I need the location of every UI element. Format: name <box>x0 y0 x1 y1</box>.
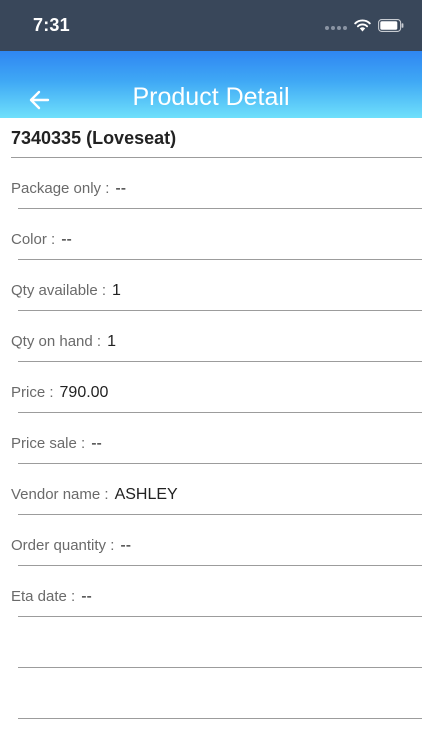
wifi-icon <box>354 19 371 37</box>
page-title: Product Detail <box>132 83 290 111</box>
cellular-signal-icon <box>325 26 347 30</box>
detail-value: -- <box>115 180 127 197</box>
battery-icon <box>378 19 404 37</box>
detail-row-content: Eta date : -- <box>11 588 92 606</box>
status-time: 7:31 <box>33 15 70 35</box>
detail-row-content: Price : 790.00 <box>11 384 108 402</box>
detail-row-content: Package only : -- <box>11 180 126 198</box>
detail-label: Price sale : <box>11 435 86 452</box>
detail-value: 1 <box>112 282 121 299</box>
detail-label: Order quantity : <box>11 537 115 554</box>
status-icons <box>325 19 404 37</box>
detail-row-content: Color : -- <box>11 231 72 249</box>
detail-row: Eta date : -- <box>11 566 422 617</box>
detail-row <box>18 668 422 719</box>
detail-label: Qty on hand : <box>11 333 102 350</box>
detail-value: -- <box>61 231 72 248</box>
detail-label: Eta date : <box>11 588 76 605</box>
detail-row: Price sale : -- <box>11 413 422 464</box>
detail-label: Vendor name : <box>11 486 109 503</box>
product-title: 7340335 (Loveseat) <box>11 118 422 158</box>
detail-row: Vendor name : ASHLEY <box>11 464 422 515</box>
detail-row: Price : 790.00 <box>11 362 422 413</box>
detail-value: ASHLEY <box>114 486 178 503</box>
detail-row-content: Vendor name : ASHLEY <box>11 486 178 504</box>
detail-row: Order quantity : -- <box>11 515 422 566</box>
detail-row-content: Qty on hand : 1 <box>11 333 116 351</box>
detail-value: -- <box>81 588 92 605</box>
detail-label: Package only : <box>11 180 110 197</box>
detail-row-content: Qty available : 1 <box>11 282 121 300</box>
detail-row <box>18 617 422 668</box>
detail-value: 1 <box>107 333 116 350</box>
detail-row-content: Order quantity : -- <box>11 537 131 555</box>
detail-row-content: Price sale : -- <box>11 435 102 453</box>
detail-label: Qty available : <box>11 282 107 299</box>
detail-label: Color : <box>11 231 56 248</box>
detail-row: Qty on hand : 1 <box>11 311 422 362</box>
navigation-bar: Product Detail <box>0 51 422 118</box>
detail-label: Price : <box>11 384 54 401</box>
detail-value: 790.00 <box>59 384 109 401</box>
detail-value: -- <box>120 537 132 554</box>
detail-row: Package only : -- <box>11 158 422 209</box>
detail-row: Qty available : 1 <box>11 260 422 311</box>
product-detail-list: 7340335 (Loveseat) Package only : -- Color… <box>0 118 422 719</box>
detail-row: Color : -- <box>11 209 422 260</box>
status-bar: 7:31 <box>0 0 422 51</box>
detail-value: -- <box>91 435 102 452</box>
